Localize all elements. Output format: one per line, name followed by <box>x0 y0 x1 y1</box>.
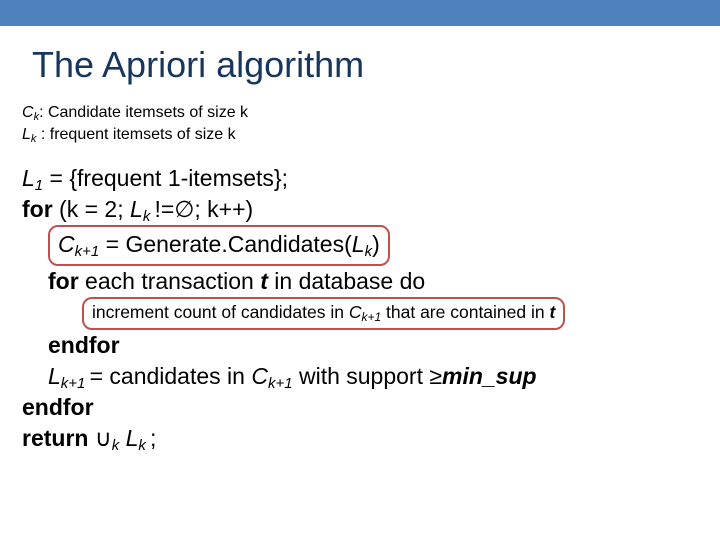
definitions-block: Ck: Candidate itemsets of size k Lk : fr… <box>22 102 720 145</box>
line-foreach: for each transaction t in database do <box>48 266 720 297</box>
ck-symbol: C <box>22 104 34 121</box>
l1-sym: L <box>22 165 35 191</box>
for-L: L <box>130 196 143 222</box>
algorithm-block: L1 = {frequent 1-itemsets}; for (k = 2; … <box>22 163 720 454</box>
ck-text: : Candidate itemsets of size k <box>39 104 248 121</box>
endfor2: endfor <box>22 394 94 420</box>
for-kw: for <box>22 196 53 222</box>
line-increment: increment count of candidates in Ck+1 th… <box>82 297 720 330</box>
return-Lsub: k <box>138 437 150 454</box>
lk1-sub: k+1 <box>61 375 90 392</box>
generate-highlight-box: Ck+1 = Generate.Candidates(Lk) <box>48 225 390 266</box>
foreach-kw: for <box>48 268 79 294</box>
inc-C: C <box>349 302 362 322</box>
def-lk: Lk : frequent itemsets of size k <box>22 124 720 146</box>
slide-title: The Apriori algorithm <box>32 44 720 86</box>
lk1-min: min_sup <box>442 363 537 389</box>
gen-C: C <box>58 231 75 257</box>
top-accent-bar <box>0 0 720 26</box>
foreach-txt: each transaction <box>79 268 261 294</box>
for-L-sub: k <box>143 208 155 225</box>
inc-a: increment count of candidates in <box>92 302 349 322</box>
return-kw: return <box>22 425 88 451</box>
lk-symbol: L <box>22 126 31 143</box>
lk1-Csub: k+1 <box>268 375 293 392</box>
line-for: for (k = 2; Lk !=∅; k++) <box>22 194 720 225</box>
foreach-in: in database do <box>268 268 425 294</box>
inc-b: that are contained in <box>381 302 549 322</box>
lk1-ge: ≥ <box>429 363 442 389</box>
return-L: L <box>126 425 139 451</box>
line-l1: L1 = {frequent 1-itemsets}; <box>22 163 720 194</box>
return-semi: ; <box>150 425 156 451</box>
increment-highlight-box: increment count of candidates in Ck+1 th… <box>82 297 565 330</box>
line-endfor-inner: endfor <box>48 330 720 361</box>
gen-close: ) <box>372 231 380 257</box>
gen-L-sub: k <box>365 243 373 260</box>
inc-C-sub: k+1 <box>361 310 381 324</box>
lk1-with: with support <box>293 363 430 389</box>
def-ck: Ck: Candidate itemsets of size k <box>22 102 720 124</box>
for-ne: != <box>154 196 174 222</box>
foreach-t: t <box>260 268 268 294</box>
lk-subscript: k <box>31 133 37 145</box>
gen-eq: = Generate <box>99 231 221 257</box>
lk1-C: C <box>251 363 268 389</box>
return-cup: ∪ <box>88 425 111 451</box>
line-endfor-outer: endfor <box>22 392 720 423</box>
line-return: return ∪k Lk ; <box>22 423 720 454</box>
return-sub: k <box>112 437 120 454</box>
line-generate: Ck+1 = Generate.Candidates(Lk) <box>48 225 720 266</box>
l1-sub: 1 <box>35 177 43 194</box>
for-empty: ∅ <box>174 196 194 222</box>
l1-rest: = {frequent 1-itemsets}; <box>43 165 288 191</box>
line-lk1: Lk+1 = candidates in Ck+1 with support ≥… <box>48 361 720 392</box>
lk1-L: L <box>48 363 61 389</box>
lk1-eq: = candidates in <box>90 363 252 389</box>
endfor1: endfor <box>48 332 120 358</box>
gen-C-sub: k+1 <box>75 243 100 260</box>
gen-L: L <box>352 231 365 257</box>
ck-subscript: k <box>34 111 40 123</box>
for-rest: ; k++) <box>194 196 253 222</box>
gen-cand: Candidates( <box>228 231 352 257</box>
for-open: (k = 2; <box>53 196 130 222</box>
inc-t: t <box>549 302 555 322</box>
lk-text: : frequent itemsets of size k <box>36 126 235 143</box>
